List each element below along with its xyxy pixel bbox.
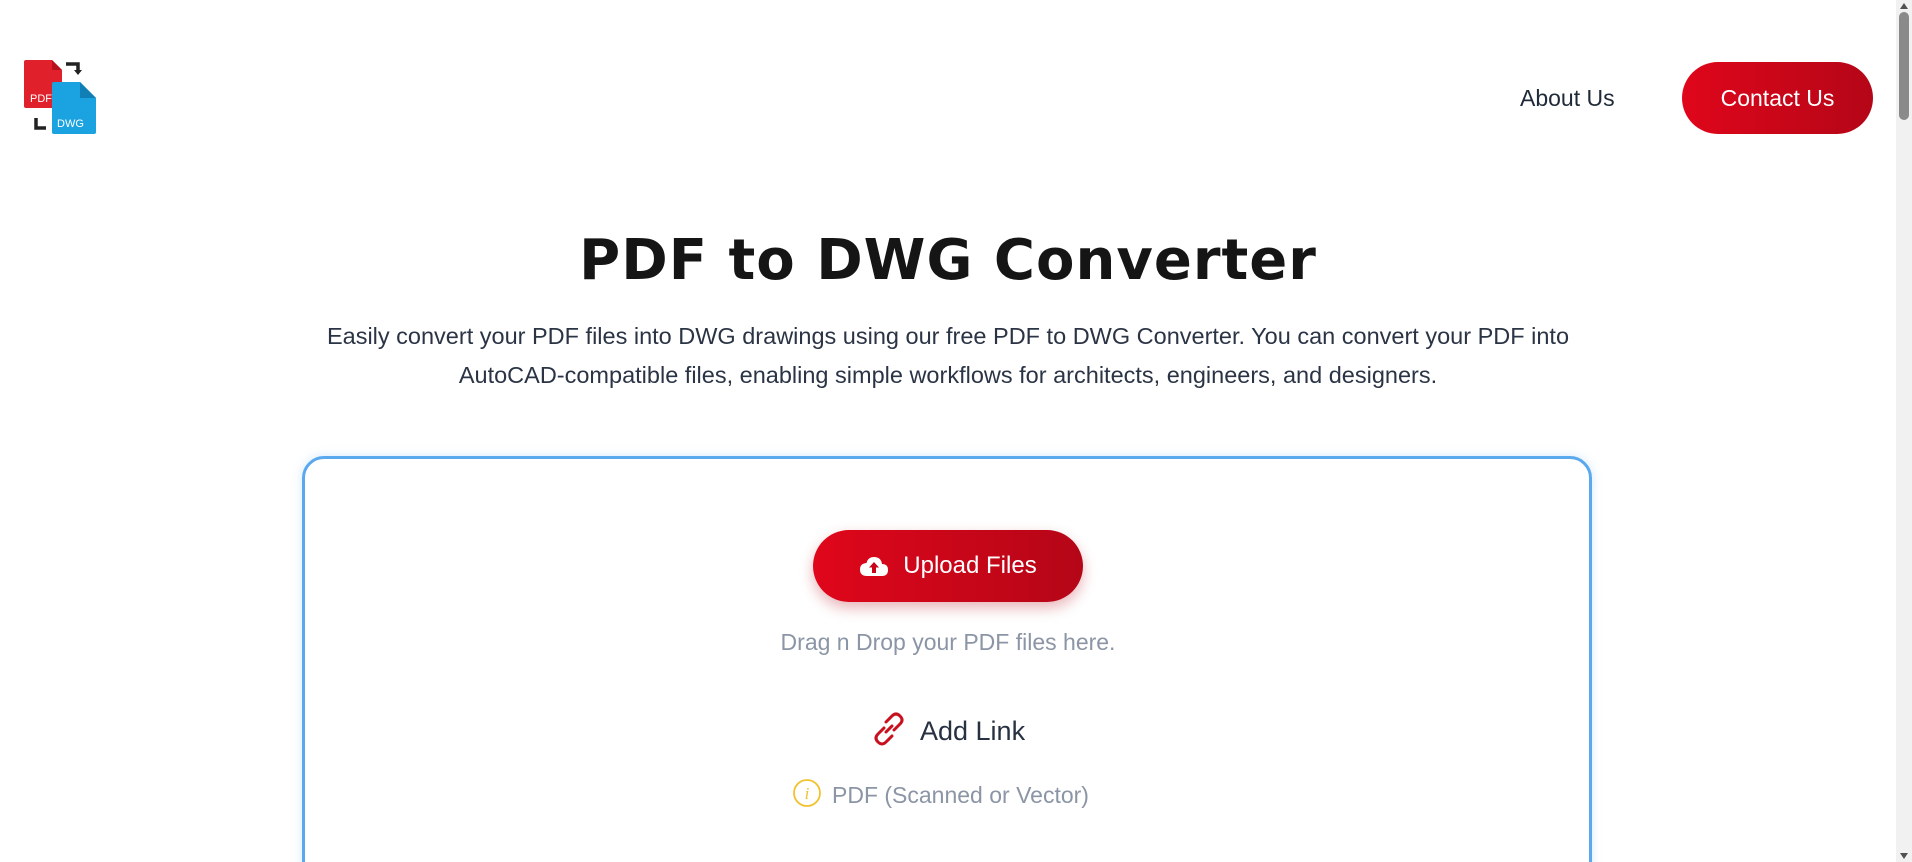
cloud-upload-icon (859, 554, 889, 578)
supported-format-label: PDF (Scanned or Vector) (832, 781, 1089, 808)
pdf-to-dwg-logo-icon[interactable]: PDF DWG (22, 58, 98, 136)
svg-text:i: i (805, 784, 810, 803)
drag-drop-hint: Drag n Drop your PDF files here. (780, 629, 1116, 655)
page-title: PDF to DWG Converter (579, 228, 1317, 293)
contact-us-button[interactable]: Contact Us (1682, 62, 1873, 134)
upload-files-button[interactable]: Upload Files (813, 530, 1083, 602)
svg-text:DWG: DWG (57, 118, 84, 130)
info-icon: i (792, 778, 822, 813)
nav-about-us-link[interactable]: About Us (1520, 80, 1615, 116)
scrollbar-thumb[interactable] (1899, 12, 1909, 120)
vertical-scrollbar[interactable] (1896, 0, 1912, 862)
svg-text:PDF: PDF (30, 93, 52, 105)
add-link-button[interactable]: Add Link (870, 711, 1025, 751)
page: PDF DWG About Us Contact Us PDF to DWG C… (0, 0, 1912, 862)
scroll-up-arrow-icon[interactable] (1900, 3, 1908, 9)
scroll-down-arrow-icon[interactable] (1900, 853, 1908, 859)
supported-format-info: i PDF (Scanned or Vector) (792, 778, 1089, 812)
add-link-label: Add Link (920, 715, 1026, 746)
site-header: PDF DWG About Us Contact Us (0, 0, 1896, 195)
page-description: Easily convert your PDF files into DWG d… (326, 323, 1570, 388)
upload-files-label: Upload Files (903, 552, 1037, 579)
link-icon (870, 710, 908, 753)
